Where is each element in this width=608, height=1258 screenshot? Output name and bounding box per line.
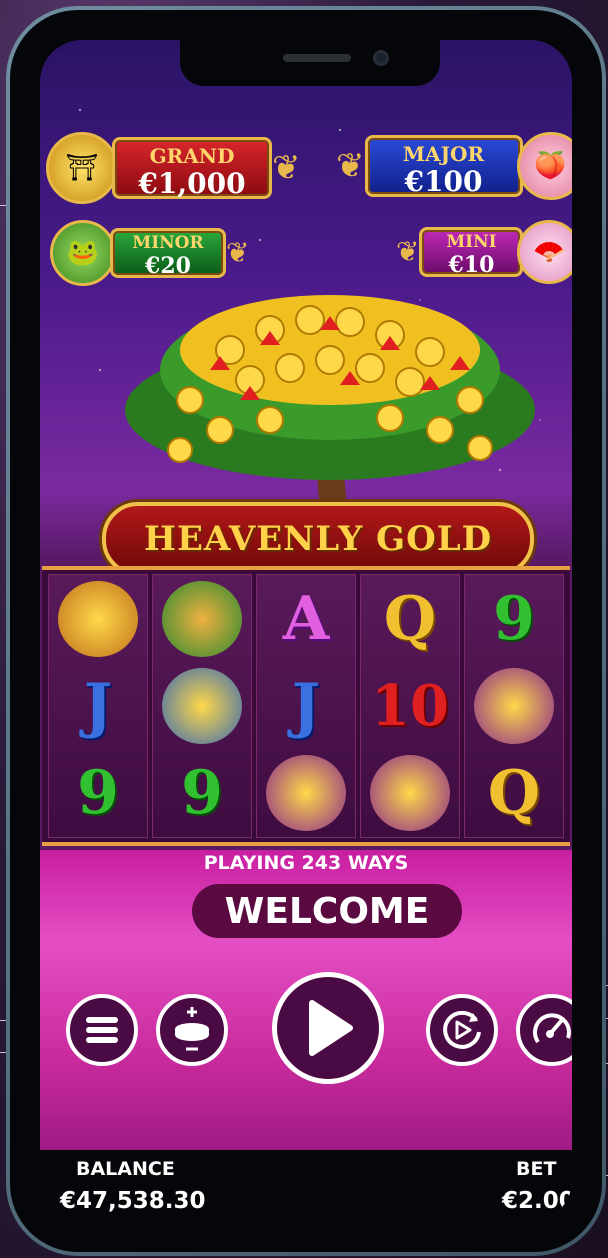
koi-fish-icon: [162, 667, 242, 744]
jackpot-grand-value: €1,000: [138, 167, 246, 200]
autoplay-icon: [443, 1010, 481, 1049]
reel-5: 9 Q: [464, 574, 564, 838]
jackpot-grand: ⛩ GRAND €1,000 ❦: [46, 132, 301, 204]
speedometer-icon: [532, 1013, 571, 1044]
speaker-grille: [283, 54, 351, 62]
reel-symbol-koi: [157, 666, 247, 746]
coin-plus-minus-icon: [175, 1007, 209, 1051]
reel-symbol-tiger: [157, 579, 247, 659]
menu-button[interactable]: [66, 994, 138, 1066]
phone-notch: [180, 40, 440, 86]
cloud-knot-icon: ❦: [396, 235, 420, 268]
jackpot-major: ❦ MAJOR €100 🍑: [336, 132, 572, 200]
fan-icon: 🪭: [517, 220, 572, 284]
turtle-icon: [370, 755, 450, 832]
tiger-icon: [162, 580, 242, 657]
reel-symbol: 9: [181, 758, 223, 829]
frog-icon: 🐸: [50, 220, 116, 286]
play-icon: [309, 1000, 353, 1056]
turtle-icon: [474, 667, 554, 744]
cloud-knot-icon: ❦: [226, 236, 250, 269]
hamburger-icon: [86, 1017, 118, 1043]
phone-bezel: ⛩ GRAND €1,000 ❦ ❦ MAJOR €100 🍑 🐸 MINOR …: [10, 10, 602, 1252]
money-tree-illustration: [125, 295, 535, 520]
jackpot-grand-label: GRAND: [149, 144, 235, 168]
game-screen: ⛩ GRAND €1,000 ❦ ❦ MAJOR €100 🍑 🐸 MINOR …: [40, 40, 572, 1222]
balance-label: BALANCE: [76, 1158, 175, 1180]
ways-status: PLAYING 243 WAYS: [203, 852, 409, 874]
jackpot-mini-plate: MINI €10: [419, 227, 524, 278]
status-footer: BALANCE €47,538.30 BET €2.00: [40, 1150, 572, 1222]
reel-4: Q 10: [360, 574, 460, 838]
bet-adjust-button[interactable]: [156, 994, 228, 1066]
jackpot-minor-plate: MINOR €20: [110, 228, 226, 278]
balance-value: €47,538.30: [60, 1188, 206, 1214]
jackpot-minor: 🐸 MINOR €20 ❦: [50, 220, 249, 286]
jackpot-mini: ❦ MINI €10 🪭: [396, 220, 572, 284]
bet-label: BET: [516, 1158, 557, 1180]
reel-symbol: Q: [383, 583, 437, 654]
turtle-icon: [266, 755, 346, 832]
reel-grid: J 9 9 A J Q 10 9 Q: [42, 566, 570, 846]
bet-value: €2.00: [502, 1188, 572, 1214]
reel-symbol-turtle: [261, 753, 351, 833]
reel-symbol-phoenix: [53, 579, 143, 659]
message-banner: WELCOME: [192, 884, 462, 938]
reel-symbol: Q: [487, 758, 541, 829]
reel-symbol: 9: [77, 758, 119, 829]
jackpot-mini-value: €10: [448, 252, 495, 278]
game-title-plate: HEAVENLY GOLD: [102, 502, 534, 576]
reel-3: A J: [256, 574, 356, 838]
reel-2: 9: [152, 574, 252, 838]
reel-1: J 9: [48, 574, 148, 838]
reel-symbol: J: [291, 670, 321, 741]
peach-icon: 🍑: [516, 132, 572, 200]
jackpot-minor-value: €20: [145, 253, 191, 279]
reel-symbol: A: [282, 583, 330, 654]
jackpot-major-value: €100: [404, 165, 483, 198]
front-camera: [373, 50, 389, 66]
phoenix-icon: [58, 580, 138, 657]
reel-symbol-turtle: [365, 753, 455, 833]
spin-button[interactable]: [272, 972, 384, 1084]
reel-symbol-turtle: [469, 666, 559, 746]
phone-frame: ⛩ GRAND €1,000 ❦ ❦ MAJOR €100 🍑 🐸 MINOR …: [6, 6, 606, 1256]
reel-symbol: 9: [493, 583, 535, 654]
jackpot-minor-label: MINOR: [132, 233, 204, 253]
reel-symbol: J: [83, 670, 113, 741]
autoplay-button[interactable]: [426, 994, 498, 1066]
jackpot-mini-label: MINI: [446, 232, 497, 252]
game-title: HEAVENLY GOLD: [143, 519, 493, 559]
cloud-knot-icon: ❦: [272, 148, 301, 188]
gold-ingot-icon: ⛩: [46, 132, 118, 204]
jackpot-grand-plate: GRAND €1,000: [112, 137, 272, 199]
cloud-knot-icon: ❦: [336, 146, 365, 186]
jackpot-major-label: MAJOR: [402, 142, 485, 166]
reel-symbol: 10: [371, 672, 449, 739]
jackpot-major-plate: MAJOR €100: [364, 135, 523, 198]
